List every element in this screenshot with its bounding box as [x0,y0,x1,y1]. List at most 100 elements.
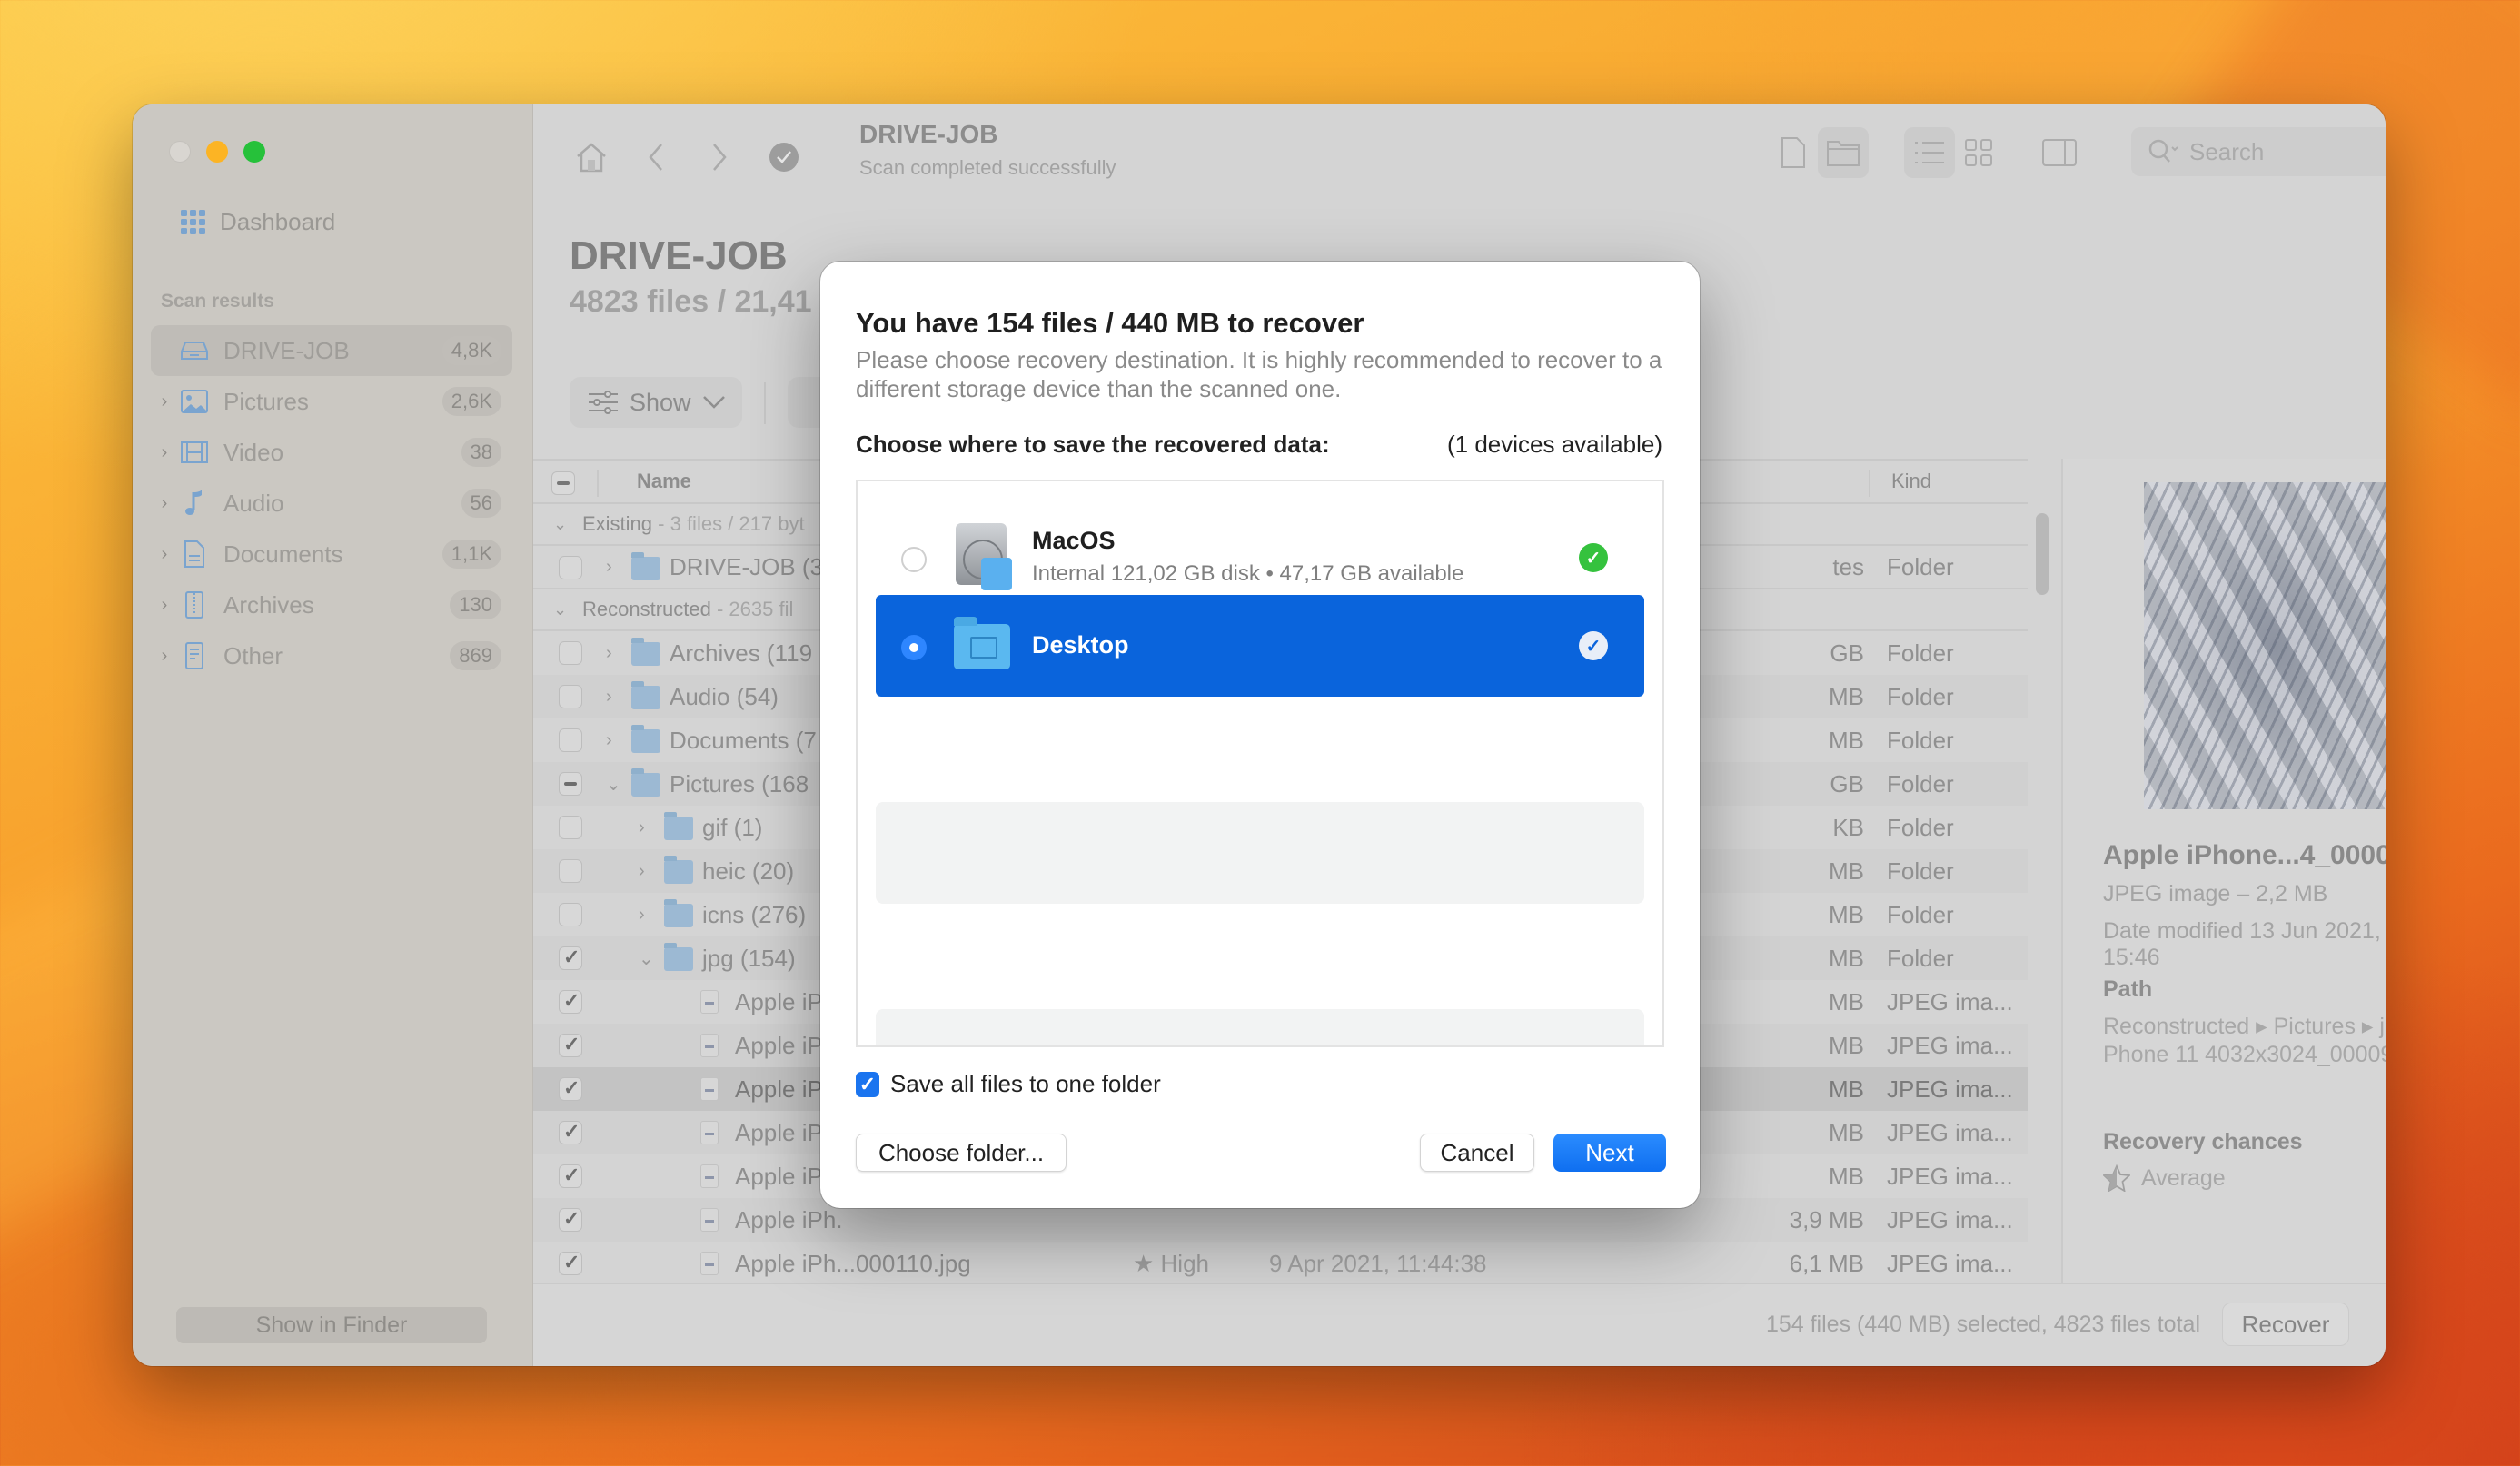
sidebar-item-other[interactable]: › Other 869 [151,630,512,681]
count-badge: 1,1K [441,540,501,569]
row-checkbox[interactable] [559,1076,582,1101]
destination-radio[interactable] [901,635,927,660]
chevron-down-icon[interactable]: ⌄ [606,773,621,796]
toolbar-divider [764,382,766,424]
sidebar-item-archives[interactable]: › Archives 130 [151,579,512,630]
row-kind: JPEG ima... [1887,1205,2013,1233]
search-placeholder: Search [2189,137,2265,165]
chevron-right-icon[interactable]: › [639,905,645,926]
select-all-checkbox[interactable] [551,471,575,495]
chevron-right-icon[interactable]: › [606,687,612,708]
sidebar-item-video[interactable]: › Video 38 [151,427,512,478]
maximize-window-button[interactable] [243,141,265,163]
row-checkbox[interactable] [559,1033,582,1057]
row-checkbox[interactable] [559,728,582,752]
list-view-button[interactable] [1904,127,1955,178]
destination-desktop[interactable]: Desktop ✓ [876,595,1644,697]
desktop-folder-icon [954,617,1010,669]
sidebar-item-dashboard[interactable]: Dashboard [180,208,335,236]
row-name: Documents (7 [670,726,817,754]
chevron-right-icon[interactable]: › [606,643,612,664]
toggle-inspector-button[interactable] [2034,127,2085,178]
choose-folder-button[interactable]: Choose folder... [856,1134,1067,1172]
back-chevron-icon[interactable] [638,139,674,175]
chevron-right-icon[interactable]: › [639,861,645,882]
toolbar-title: DRIVE-JOB [859,120,998,148]
row-kind: Folder [1887,726,1954,754]
row-checkbox[interactable] [559,685,582,708]
save-one-folder-checkbox[interactable]: ✓ [856,1071,879,1097]
sidebar-item-documents[interactable]: › Documents 1,1K [151,529,512,579]
row-checkbox[interactable] [559,816,582,839]
row-size: MB [1829,1118,1864,1146]
dialog-title: You have 154 files / 440 MB to recover [856,307,1364,339]
chevron-right-icon[interactable]: › [151,544,178,565]
chevron-right-icon[interactable]: › [151,442,178,463]
chevron-right-icon[interactable]: › [151,391,178,412]
row-checkbox[interactable] [559,859,582,883]
table-row[interactable]: Apple iPh...000110.jpg ★ High 9 Apr 2021, … [533,1242,2028,1283]
row-checkbox[interactable] [559,641,582,665]
save-one-folder-option[interactable]: ✓ Save all files to one folder [856,1070,1161,1098]
chevron-down-icon[interactable]: ⌄ [553,515,567,534]
column-header-kind[interactable]: Kind [1891,470,1931,493]
home-icon[interactable] [573,139,610,175]
row-kind: JPEG ima... [1887,1118,2013,1146]
cancel-button[interactable]: Cancel [1420,1134,1534,1172]
inspector-type-size: JPEG image – 2,2 MB [2103,881,2328,906]
chevron-right-icon[interactable]: › [151,646,178,667]
chevron-down-icon[interactable]: ⌄ [639,947,654,970]
destination-radio[interactable] [901,547,927,572]
forward-chevron-icon[interactable] [701,139,738,175]
chevron-right-icon[interactable]: › [151,595,178,616]
save-one-folder-label: Save all files to one folder [890,1070,1161,1097]
toolbar: DRIVE-JOB Scan completed successfully Se… [533,104,2386,204]
inspector-recovery-chance: Average [2103,1164,2226,1192]
row-checkbox[interactable] [559,1164,582,1188]
next-button[interactable]: Next [1553,1134,1666,1172]
row-checkbox[interactable] [559,1207,582,1232]
folder-view-button[interactable] [1818,127,1869,178]
chevron-right-icon[interactable]: › [639,817,645,838]
sidebar-item-drive-job[interactable]: DRIVE-JOB 4,8K [151,325,512,376]
row-name: Apple iP [735,1075,823,1103]
chevron-down-icon[interactable]: ⌄ [553,600,567,619]
list-icon [1915,142,1944,163]
hard-drive-icon [956,523,1012,590]
destination-list: MacOS Internal 121,02 GB disk • 47,17 GB… [856,480,1664,1047]
row-size: MB [1829,987,1864,1015]
search-input[interactable]: Search [2131,127,2386,176]
row-checkbox[interactable] [559,556,582,579]
recover-button[interactable]: Recover [2222,1303,2349,1346]
show-filter-dropdown[interactable]: Show [570,377,742,428]
chevron-right-icon[interactable]: › [151,493,178,514]
row-kind: Folder [1887,552,1954,580]
inspector-date: Date modified 13 Jun 2021, 15:46 [2103,918,2381,970]
empty-destination-slot [876,802,1644,904]
minimize-window-button[interactable] [206,141,228,163]
window-controls [169,141,265,163]
row-checkbox[interactable] [559,946,582,970]
toolbar-subtitle: Scan completed successfully [859,156,1116,179]
row-date: 9 Apr 2021, 11:44:38 [1269,1249,1487,1277]
row-checkbox[interactable] [559,989,582,1014]
row-checkbox[interactable] [559,772,582,796]
destination-macos[interactable]: MacOS Internal 121,02 GB disk • 47,17 GB… [876,507,1644,609]
column-header-name[interactable]: Name [637,470,691,493]
row-name: jpg (154) [702,944,796,972]
chevron-right-icon[interactable]: › [606,730,612,751]
file-view-button[interactable] [1768,127,1819,178]
row-checkbox[interactable] [559,1251,582,1275]
show-in-finder-button[interactable]: Show in Finder [176,1307,487,1343]
sidebar-item-audio[interactable]: › Audio 56 [151,478,512,529]
document-icon [178,540,211,568]
table-scrollbar[interactable] [2036,513,2049,595]
row-checkbox[interactable] [559,903,582,926]
row-name: Audio (54) [670,682,779,710]
close-window-button[interactable] [169,141,191,163]
row-checkbox[interactable] [559,1120,582,1144]
grid-view-button[interactable] [1953,127,2004,178]
sidebar-item-pictures[interactable]: › Pictures 2,6K [151,376,512,427]
chevron-right-icon[interactable]: › [606,557,612,578]
jpeg-file-icon [700,1034,719,1057]
